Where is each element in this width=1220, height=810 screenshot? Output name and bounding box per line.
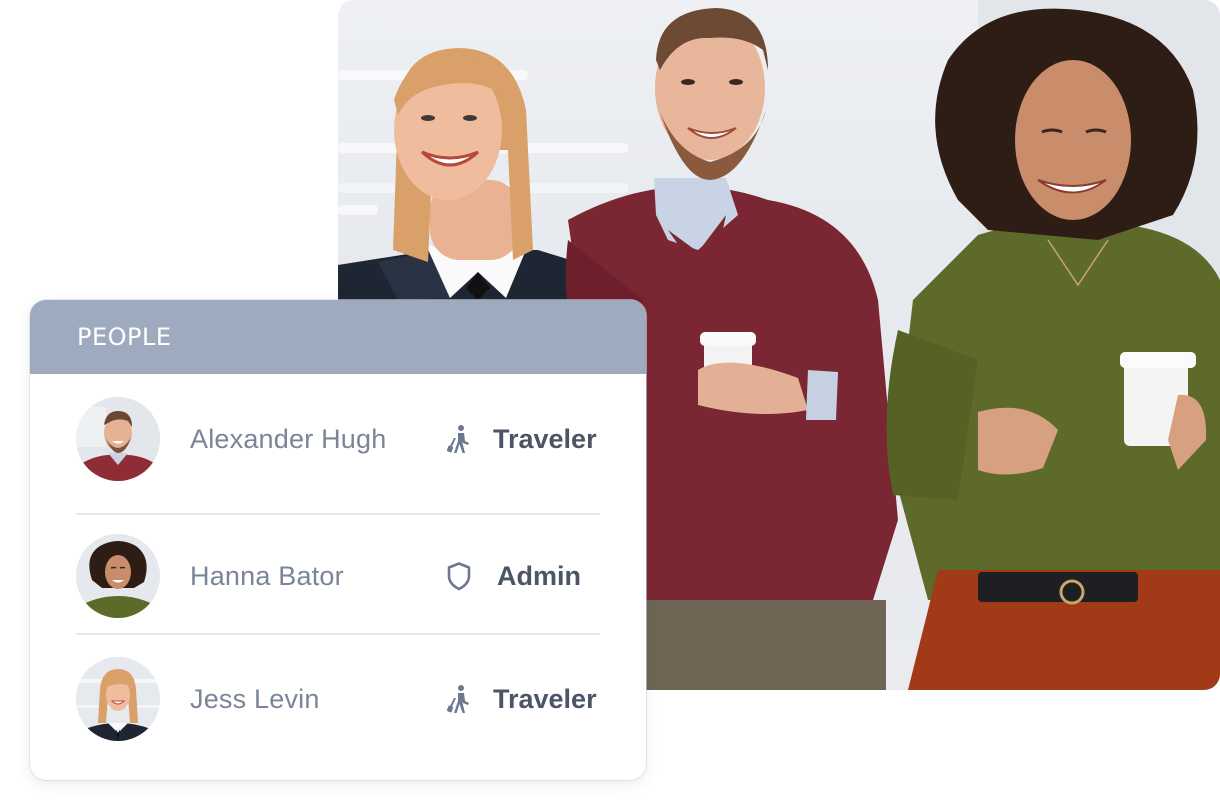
traveler-icon [445,422,473,456]
person-name[interactable]: Alexander Hugh [190,424,445,455]
people-card-title: PEOPLE [77,323,172,351]
avatar-woman-blonde-bob [76,657,160,741]
avatar-man-red-sweater [76,397,160,481]
person-role: Admin [497,560,581,591]
people-card-header: PEOPLE [30,300,646,374]
people-card: PEOPLE Alexander Hugh Traveler Hanna Bat… [30,300,646,780]
woman-curly-figure [886,8,1220,690]
avatar [76,657,160,741]
avatar [76,397,160,481]
avatar-woman-curly-hair [76,534,160,618]
person-name[interactable]: Jess Levin [190,684,445,715]
traveler-icon [445,682,473,716]
person-name[interactable]: Hanna Bator [190,561,445,592]
person-row[interactable]: Hanna Bator Admin [76,515,600,637]
person-role: Traveler [493,423,597,454]
row-divider [76,633,600,635]
shield-icon [445,559,473,593]
avatar [76,534,160,618]
person-row[interactable]: Jess Levin Traveler [76,638,600,760]
person-row[interactable]: Alexander Hugh Traveler [76,378,600,500]
person-role: Traveler [493,683,597,714]
